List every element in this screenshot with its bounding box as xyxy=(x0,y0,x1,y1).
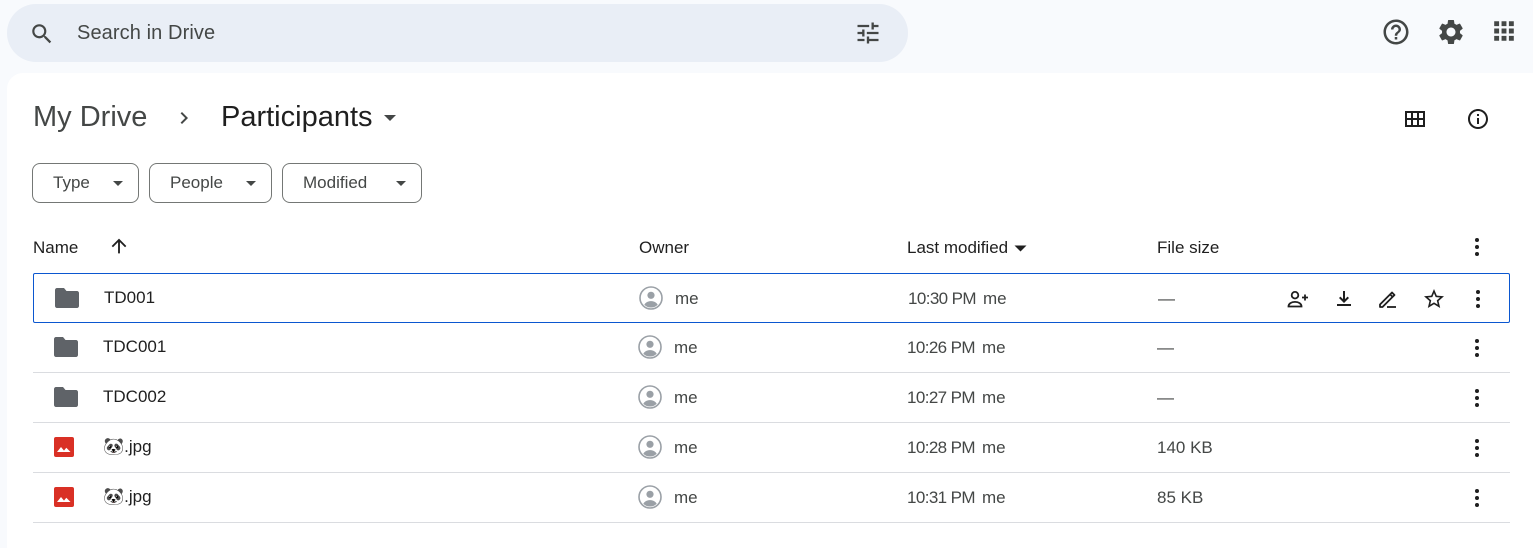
main-content: My Drive Participants Type People Modifi… xyxy=(7,73,1533,548)
sort-arrow-up-icon[interactable] xyxy=(108,235,130,257)
table-row[interactable]: 🐼.jpg me 10:31 PM me 85 KB xyxy=(33,473,1510,523)
info-icon[interactable] xyxy=(1466,107,1490,131)
modified-time: 10:26 PM xyxy=(907,338,976,357)
apps-grid-icon[interactable] xyxy=(1490,17,1518,45)
owner-name: me xyxy=(674,438,698,457)
owner-name: me xyxy=(674,388,698,407)
modified-by: me xyxy=(982,438,1006,457)
more-vert-icon[interactable] xyxy=(1467,486,1487,510)
table-header: Name Owner Last modified File size xyxy=(7,233,1533,273)
column-header-owner[interactable]: Owner xyxy=(639,238,689,258)
filter-modified-chip[interactable]: Modified xyxy=(282,163,422,203)
current-folder-title: Participants xyxy=(221,101,373,133)
table-row[interactable]: TD001 me 10:30 PM me — xyxy=(33,273,1510,323)
breadcrumb: My Drive Participants xyxy=(33,101,396,134)
file-size: 85 KB xyxy=(1157,488,1204,507)
file-name: 🐼.jpg xyxy=(103,487,152,506)
more-vert-icon[interactable] xyxy=(1468,287,1488,311)
owner-avatar-icon xyxy=(638,385,662,409)
filter-type-chip[interactable]: Type xyxy=(32,163,139,203)
owner-avatar-icon xyxy=(638,335,662,359)
file-size: — xyxy=(1157,338,1174,357)
table-row[interactable]: TDC002 me 10:27 PM me — xyxy=(33,373,1510,423)
tune-icon[interactable] xyxy=(854,19,882,47)
search-icon[interactable] xyxy=(29,21,55,47)
modified-time: 10:31 PM xyxy=(907,488,976,507)
more-vert-icon[interactable] xyxy=(1467,386,1487,410)
filter-modified-label: Modified xyxy=(303,173,368,192)
column-header-last-modified-label: Last modified xyxy=(907,238,1009,257)
help-icon[interactable] xyxy=(1381,17,1411,47)
image-file-icon xyxy=(53,486,75,508)
owner-name: me xyxy=(675,289,699,308)
rename-icon[interactable] xyxy=(1376,287,1400,311)
column-header-last-modified[interactable]: Last modified xyxy=(907,238,1027,258)
modified-by: me xyxy=(982,338,1006,357)
breadcrumb-my-drive[interactable]: My Drive xyxy=(33,101,147,134)
filter-type-label: Type xyxy=(53,173,90,192)
owner-avatar-icon xyxy=(638,485,662,509)
file-name: TDC001 xyxy=(103,337,167,356)
folder-icon xyxy=(54,287,80,309)
folder-icon xyxy=(53,336,79,358)
image-file-icon xyxy=(53,436,75,458)
table-row[interactable]: 🐼.jpg me 10:28 PM me 140 KB xyxy=(33,423,1510,473)
caret-down-icon xyxy=(395,180,407,187)
modified-time: 10:30 PM xyxy=(908,289,977,308)
column-header-file-size[interactable]: File size xyxy=(1157,238,1219,258)
search-bar[interactable]: Search in Drive xyxy=(7,4,908,62)
filter-people-chip[interactable]: People xyxy=(149,163,272,203)
owner-avatar-icon xyxy=(638,435,662,459)
file-size: — xyxy=(1158,289,1175,308)
file-name: TDC002 xyxy=(103,387,167,406)
more-vert-icon[interactable] xyxy=(1467,336,1487,360)
owner-name: me xyxy=(674,338,698,357)
owner-name: me xyxy=(674,488,698,507)
share-icon[interactable] xyxy=(1286,287,1310,311)
file-size: — xyxy=(1157,388,1174,407)
filter-people-label: People xyxy=(170,173,223,192)
caret-down-icon xyxy=(383,114,397,122)
column-header-name[interactable]: Name xyxy=(33,238,78,258)
more-vert-icon[interactable] xyxy=(1467,235,1487,259)
search-input[interactable]: Search in Drive xyxy=(77,22,215,45)
modified-by: me xyxy=(982,388,1006,407)
folder-icon xyxy=(53,386,79,408)
modified-time: 10:27 PM xyxy=(907,388,976,407)
caret-down-icon xyxy=(112,180,124,187)
gear-icon[interactable] xyxy=(1436,17,1466,47)
download-icon[interactable] xyxy=(1332,287,1356,311)
modified-by: me xyxy=(982,488,1006,507)
owner-avatar-icon xyxy=(639,286,663,310)
table-row[interactable]: TDC001 me 10:26 PM me — xyxy=(33,323,1510,373)
more-vert-icon[interactable] xyxy=(1467,436,1487,460)
file-name: TD001 xyxy=(104,288,156,307)
grid-view-icon[interactable] xyxy=(1403,107,1427,131)
file-size: 140 KB xyxy=(1157,438,1213,457)
star-icon[interactable] xyxy=(1422,287,1446,311)
modified-by: me xyxy=(983,289,1007,308)
caret-down-icon xyxy=(245,180,257,187)
breadcrumb-current-folder[interactable]: Participants xyxy=(221,101,397,134)
file-name: 🐼.jpg xyxy=(103,437,152,456)
modified-time: 10:28 PM xyxy=(907,438,976,457)
sort-caret-down-icon xyxy=(1014,245,1027,252)
chevron-right-icon xyxy=(172,106,196,130)
